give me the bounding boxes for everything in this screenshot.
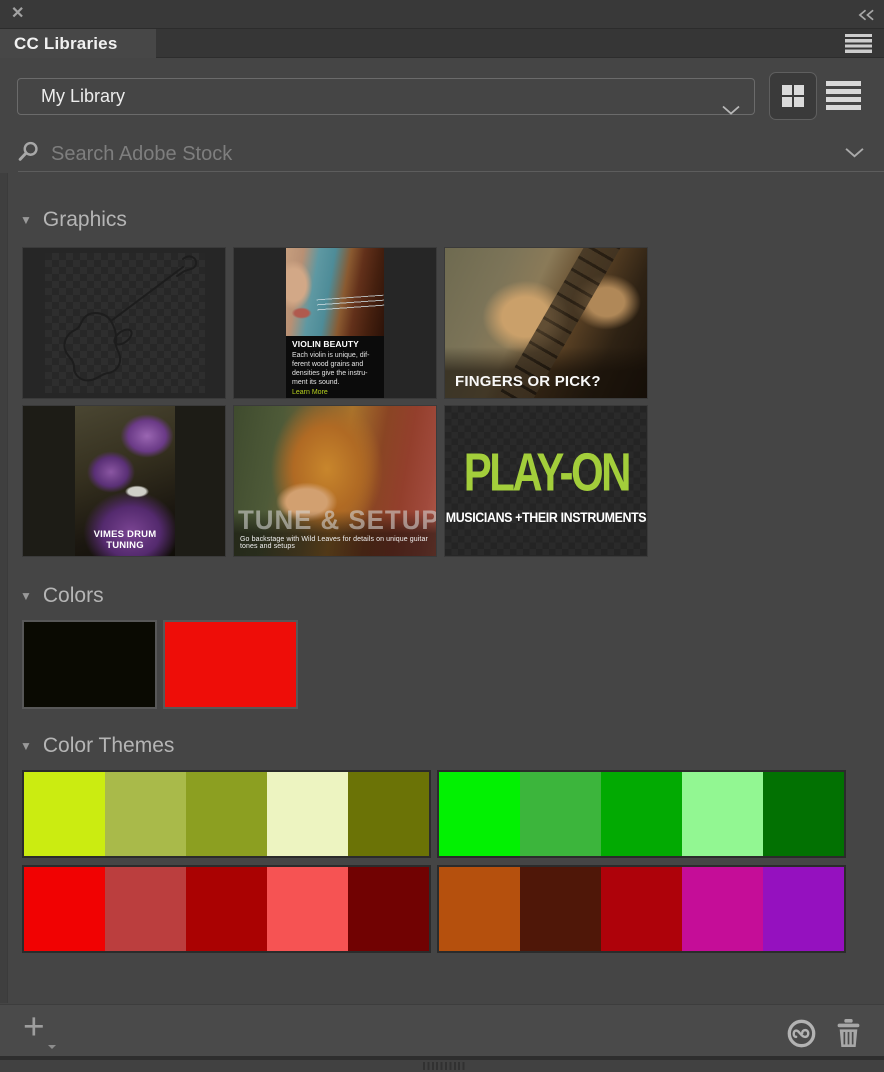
violin-ad-text: VIOLIN BEAUTY Each violin is unique, dif… (286, 336, 384, 398)
graphics-section-label: Graphics (43, 208, 127, 232)
learn-more-link: Learn More (292, 389, 378, 396)
theme-color-swatch[interactable] (186, 772, 267, 856)
violin-ad-body-line: Each violin is unique, dif- (292, 351, 378, 360)
theme-color-swatch[interactable] (682, 772, 763, 856)
panel-bottom-strip (0, 1056, 884, 1072)
collapse-triangle-icon: ▼ (20, 213, 32, 227)
fingers-or-pick-title: FINGERS OR PICK? (455, 373, 601, 390)
cc-libraries-panel: ✕ CC Libraries My Library ▼ Graphics (0, 0, 884, 1072)
colors-section-label: Colors (43, 584, 104, 608)
chevron-down-icon (722, 92, 740, 127)
color-theme-warm-magenta[interactable] (437, 865, 846, 953)
theme-color-swatch[interactable] (348, 772, 429, 856)
tune-and-setup-caption: Go backstage with Wild Leaves for detail… (240, 536, 436, 550)
violin-ad-body-line: densities give the instru- (292, 369, 378, 378)
theme-color-swatch[interactable] (682, 867, 763, 951)
collapse-triangle-icon: ▼ (20, 589, 32, 603)
header-divider (18, 171, 884, 172)
violin-ad-body-line: ferent wood grains and (292, 360, 378, 369)
theme-color-swatch[interactable] (105, 772, 186, 856)
play-on-artwork: PLAY-ON MUSICIANS +THEIR INSTRUMENTS (445, 406, 647, 556)
graphic-item-vimes-drum-tuning[interactable]: VIMES DRUM TUNING (22, 405, 226, 557)
color-themes-grid (22, 770, 846, 953)
vimes-drum-tuning-title: VIMES DRUM TUNING (75, 529, 175, 551)
search-input[interactable] (49, 138, 613, 170)
resize-grip-handle[interactable] (423, 1062, 467, 1070)
creative-cloud-sync-icon[interactable] (786, 1018, 817, 1054)
drum-kit-photo: VIMES DRUM TUNING (75, 406, 175, 556)
violin-photo (286, 248, 384, 336)
theme-color-swatch[interactable] (601, 772, 682, 856)
library-select[interactable]: My Library (17, 78, 755, 115)
close-icon[interactable]: ✕ (11, 3, 24, 23)
color-themes-section-header[interactable]: ▼ Color Themes (20, 734, 174, 758)
search-scope-chevron-icon[interactable] (845, 145, 864, 163)
left-edge-strip (0, 173, 8, 1003)
play-on-title: PLAY-ON (463, 441, 628, 504)
color-theme-green[interactable] (437, 770, 846, 858)
tune-and-setup-title: TUNE & SETUP (238, 505, 424, 536)
theme-color-swatch[interactable] (520, 867, 601, 951)
theme-color-swatch[interactable] (763, 772, 844, 856)
tab-cc-libraries[interactable]: CC Libraries (0, 29, 156, 58)
theme-color-swatch[interactable] (267, 867, 348, 951)
search-icon (17, 140, 40, 168)
panel-title-bar: ✕ (0, 0, 884, 29)
collapse-panel-icon[interactable] (858, 8, 875, 26)
library-select-value: My Library (41, 86, 125, 106)
panel-menu-icon[interactable] (845, 34, 872, 53)
add-content-button[interactable]: + (23, 1007, 45, 1047)
color-theme-red[interactable] (22, 865, 431, 953)
color-theme-yellow-green[interactable] (22, 770, 431, 858)
graphic-item-violin-beauty[interactable]: VIOLIN BEAUTY Each violin is unique, dif… (233, 247, 437, 399)
theme-color-swatch[interactable] (439, 867, 520, 951)
play-on-subtitle: MUSICIANS +THEIR INSTRUMENTS (446, 510, 647, 525)
graphics-section-header[interactable]: ▼ Graphics (20, 208, 127, 232)
add-content-dropdown-triangle-icon[interactable] (48, 1045, 56, 1053)
theme-color-swatch[interactable] (267, 772, 348, 856)
violin-ad-title: VIOLIN BEAUTY (292, 339, 378, 349)
theme-color-swatch[interactable] (601, 867, 682, 951)
theme-color-swatch[interactable] (763, 867, 844, 951)
graphic-item-tune-and-setup[interactable]: TUNE & SETUP Go backstage with Wild Leav… (233, 405, 437, 557)
graphics-grid: VIOLIN BEAUTY Each violin is unique, dif… (22, 247, 648, 557)
list-view-button[interactable] (826, 81, 861, 110)
grid-view-icon (782, 85, 804, 107)
guitar-outline-sketch (45, 253, 205, 393)
graphic-item-fingers-or-pick[interactable]: FINGERS OR PICK? (444, 247, 648, 399)
color-swatch-red[interactable] (163, 620, 298, 709)
theme-color-swatch[interactable] (105, 867, 186, 951)
theme-color-swatch[interactable] (439, 772, 520, 856)
theme-color-swatch[interactable] (348, 867, 429, 951)
graphic-item-play-on[interactable]: PLAY-ON MUSICIANS +THEIR INSTRUMENTS (444, 405, 648, 557)
theme-color-swatch[interactable] (24, 867, 105, 951)
collapse-triangle-icon: ▼ (20, 739, 32, 753)
grid-view-button[interactable] (769, 72, 817, 120)
color-swatch-black[interactable] (22, 620, 157, 709)
violin-ad-body-line: ment its sound. (292, 378, 378, 387)
transparency-checkerboard (45, 253, 205, 393)
theme-color-swatch[interactable] (520, 772, 601, 856)
color-themes-section-label: Color Themes (43, 734, 175, 758)
tab-bar: CC Libraries (0, 29, 884, 58)
theme-color-swatch[interactable] (24, 772, 105, 856)
violin-strings (317, 295, 384, 314)
violin-ad-image: VIOLIN BEAUTY Each violin is unique, dif… (286, 248, 384, 398)
theme-color-swatch[interactable] (186, 867, 267, 951)
panel-toolbar: + (0, 1004, 884, 1056)
color-swatches (22, 620, 298, 709)
colors-section-header[interactable]: ▼ Colors (20, 584, 104, 608)
graphic-item-guitar-sketch[interactable] (22, 247, 226, 399)
delete-trash-icon[interactable] (836, 1019, 861, 1052)
